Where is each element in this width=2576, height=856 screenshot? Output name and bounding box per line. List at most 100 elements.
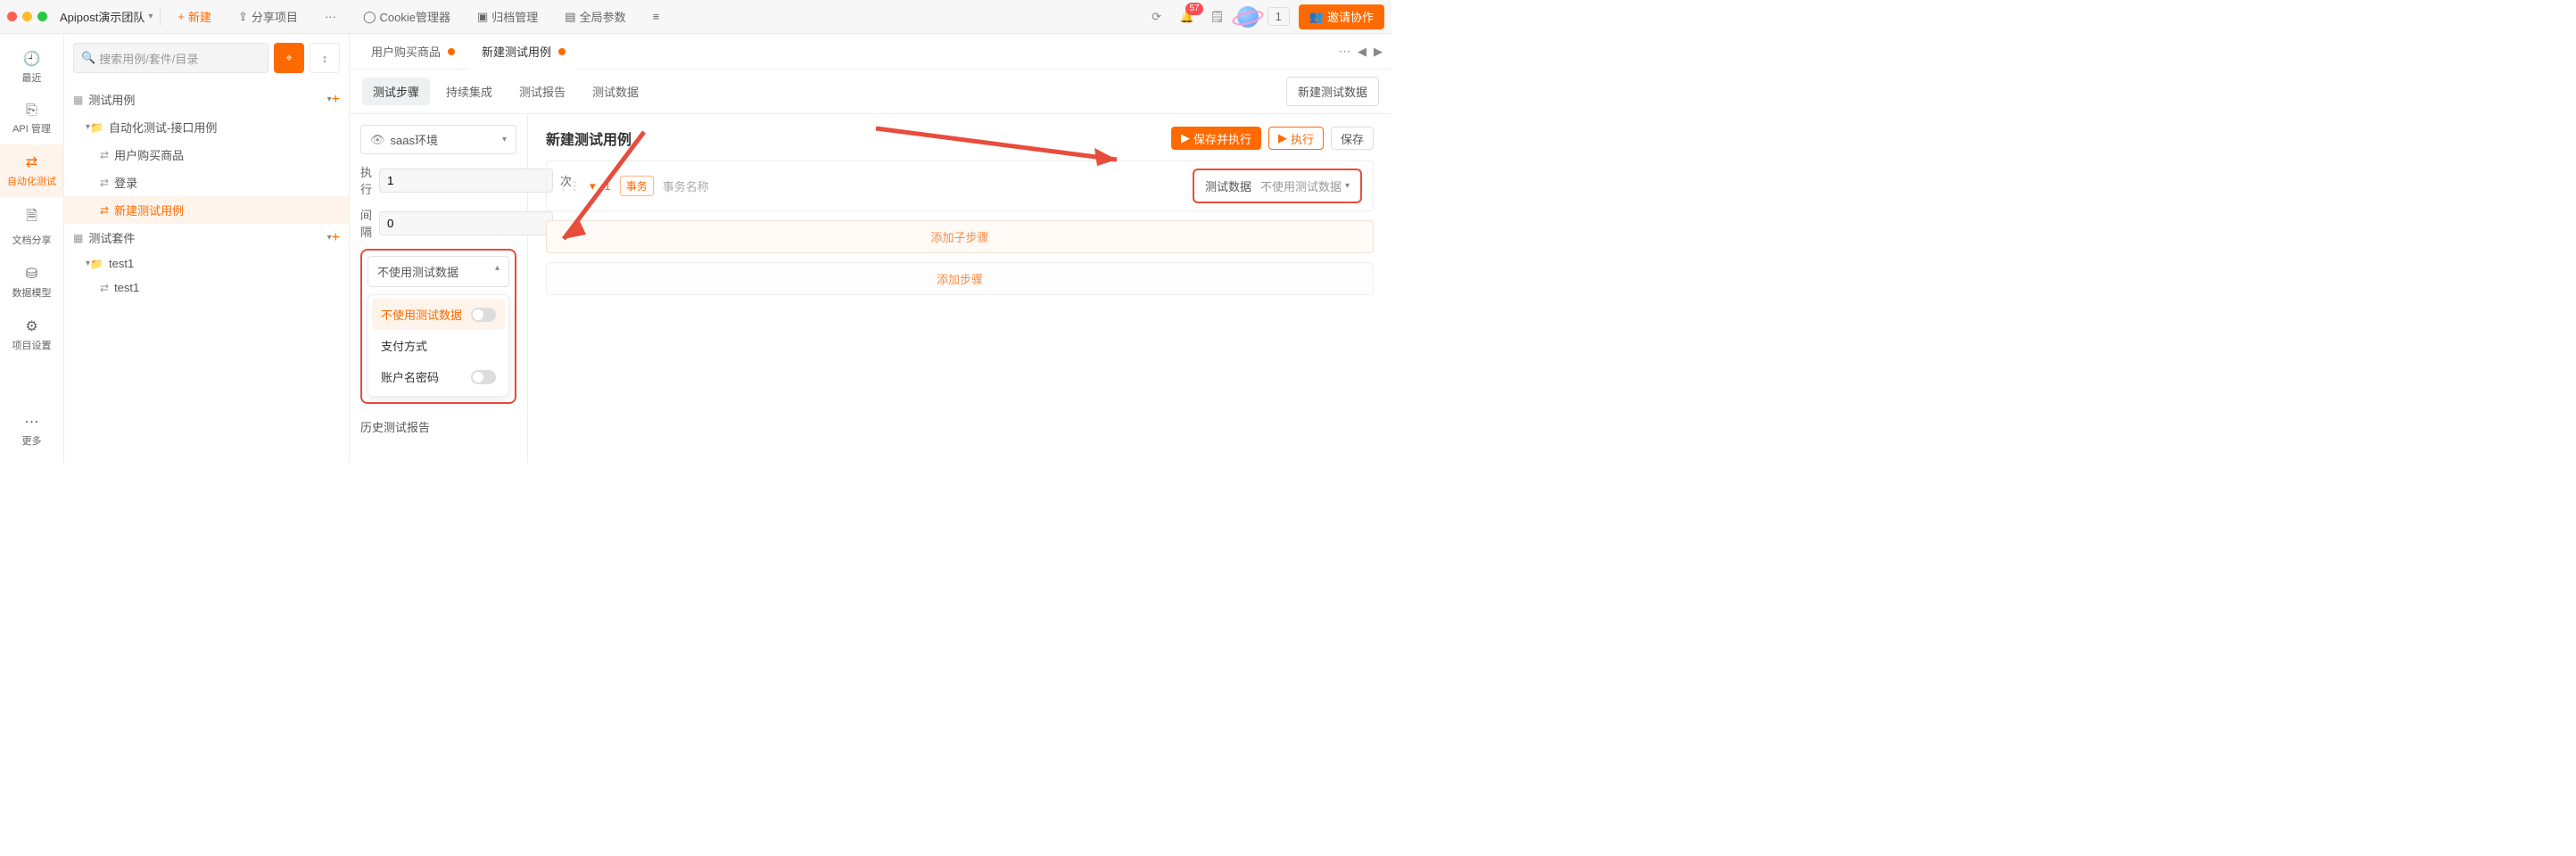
rail-project[interactable]: ⚙项目设置 (0, 309, 63, 361)
search-icon: 🔍 (81, 51, 95, 65)
item-test1[interactable]: ⇄ test1 (64, 276, 349, 300)
drag-handle-icon[interactable]: ⋮⋮ (557, 179, 581, 193)
share-button[interactable]: ⇪ 分享项目 (228, 5, 308, 29)
step-name-input[interactable]: 事务名称 (663, 177, 1184, 194)
sidebar: 🔍 搜索用例/套件/目录 ⌖ ↕ ▦ 测试用例 ▾ + ▾ 📁 自动化测试-接口… (64, 34, 350, 464)
env-select[interactable]: 👁 saas环境 ▾ (360, 125, 516, 154)
notify-badge: 57 (1185, 3, 1202, 15)
step-type-tag: 事务 (620, 176, 654, 196)
item-buy-label: 用户购买商品 (114, 146, 184, 163)
step-td-select[interactable]: 不使用测试数据 ▾ (1260, 177, 1350, 194)
tab-new-case-label: 新建测试用例 (482, 43, 551, 60)
item-login[interactable]: ⇄ 登录 (64, 169, 349, 196)
suite-icon: ▦ (73, 232, 83, 244)
history-label: 历史测试报告 (360, 418, 516, 435)
item-new-case[interactable]: ⇄ 新建测试用例 (64, 196, 349, 224)
dd-opt-account[interactable]: 账户名密码 (372, 361, 505, 392)
locate-button[interactable]: ⌖ (274, 43, 304, 73)
folder-icon: 📁 (90, 121, 103, 134)
subtab-report[interactable]: 测试报告 (508, 78, 576, 105)
interval-input[interactable] (379, 211, 553, 235)
rail-model[interactable]: ⛁数据模型 (0, 256, 63, 309)
rail-more-label: 更多 (22, 436, 42, 447)
filter-button[interactable]: ↕ (310, 43, 340, 73)
save-run-button[interactable]: ▶ 保存并执行 (1171, 127, 1261, 150)
team-selector[interactable]: Apipost演示团队 ▾ (60, 8, 153, 25)
settings-icon[interactable]: ≡ (643, 5, 670, 29)
test-data-select[interactable]: 不使用测试数据 ▴ (367, 256, 509, 287)
doc-icon: 🗎 (0, 206, 63, 230)
add-case-button[interactable]: + (332, 92, 340, 108)
new-button-label: 新建 (188, 8, 211, 25)
group-suites[interactable]: ▦ 测试套件 ▾ + (64, 224, 349, 251)
dd-opt-pay-label: 支付方式 (381, 337, 427, 354)
rail-doc[interactable]: 🗎文档分享 (0, 197, 63, 256)
rail-api[interactable]: ⎘API 管理 (0, 94, 63, 144)
rail-api-label: API 管理 (12, 124, 51, 135)
folder-test1[interactable]: ▾ 📁 test1 (64, 251, 349, 276)
add-step-button[interactable]: 添加步骤 (546, 262, 1374, 295)
save-button[interactable]: 保存 (1331, 127, 1374, 150)
add-substep-button[interactable]: 添加子步骤 (546, 220, 1374, 253)
search-placeholder: 搜索用例/套件/目录 (99, 50, 198, 67)
test-data-selected: 不使用测试数据 (377, 263, 458, 280)
chevron-down-icon: ▾ (148, 12, 153, 21)
bell-icon[interactable]: 🔔57 (1177, 6, 1198, 28)
expand-icon[interactable]: ▾ (590, 179, 596, 193)
exec-label: 执行 (360, 163, 372, 197)
new-test-data-button[interactable]: 新建测试数据 (1286, 77, 1379, 106)
dd-opt-pay[interactable]: 支付方式 (372, 330, 505, 361)
run-label: 执行 (1291, 130, 1314, 147)
subtabs: 测试步骤 持续集成 测试报告 测试数据 新建测试数据 (350, 70, 1391, 114)
chevron-down-icon: ▾ (502, 135, 507, 144)
note-icon[interactable]: 🗒 (1207, 6, 1228, 28)
invite-label: 邀请协作 (1327, 8, 1374, 25)
group-suites-label: 测试套件 (88, 229, 326, 246)
sync-icon[interactable]: ⟳ (1146, 6, 1168, 28)
avatar[interactable] (1237, 6, 1259, 28)
test-data-options: 不使用测试数据 支付方式 账户名密码 (367, 294, 509, 397)
close-dot[interactable] (7, 12, 17, 21)
chevron-up-icon: ▴ (495, 263, 500, 280)
item-buy[interactable]: ⇄ 用户购买商品 (64, 141, 349, 169)
globals-button[interactable]: ▤ 全局参数 (555, 5, 635, 29)
invite-button[interactable]: 👥 邀请协作 (1299, 4, 1384, 29)
cookie-button[interactable]: ◯ Cookie管理器 (353, 5, 460, 29)
minimize-dot[interactable] (22, 12, 32, 21)
tab-menu-icon[interactable]: ⋯ (1339, 45, 1350, 59)
main: 用户购买商品 新建测试用例 ⋯ ◀ ▶ 测试步骤 持续集成 测试报告 测试数据 (350, 34, 1391, 464)
step-number: 1 (605, 179, 611, 193)
more-menu[interactable]: ··· (315, 5, 346, 29)
archive-button[interactable]: ▣ 归档管理 (467, 5, 548, 29)
archive-label: 归档管理 (491, 8, 538, 25)
run-button[interactable]: ▶ 执行 (1268, 127, 1324, 150)
exec-input[interactable] (379, 169, 553, 193)
rail-more[interactable]: ⋯更多 (0, 404, 63, 457)
new-button[interactable]: + 新建 (168, 5, 221, 29)
toggle[interactable] (471, 308, 496, 322)
item-test1-label: test1 (114, 281, 139, 294)
rail-model-label: 数据模型 (12, 288, 52, 299)
dd-opt-none[interactable]: 不使用测试数据 (372, 299, 505, 330)
rail-recent[interactable]: 🕘最近 (0, 41, 63, 94)
subtab-data[interactable]: 测试数据 (582, 78, 649, 105)
search-input[interactable]: 🔍 搜索用例/套件/目录 (73, 43, 268, 73)
folder-auto[interactable]: ▾ 📁 自动化测试-接口用例 (64, 113, 349, 141)
step-test-data-highlight: 测试数据 不使用测试数据 ▾ (1193, 169, 1362, 203)
group-cases[interactable]: ▦ 测试用例 ▾ + (64, 86, 349, 113)
tab-prev-icon[interactable]: ◀ (1358, 45, 1366, 59)
toggle[interactable] (471, 370, 496, 384)
maximize-dot[interactable] (37, 12, 47, 21)
tab-next-icon[interactable]: ▶ (1374, 45, 1383, 59)
subtab-ci[interactable]: 持续集成 (435, 78, 503, 105)
subtab-steps[interactable]: 测试步骤 (362, 78, 430, 105)
tab-buy[interactable]: 用户购买商品 (359, 34, 467, 69)
archive-icon: ▣ (477, 10, 488, 24)
tab-new-case[interactable]: 新建测试用例 (469, 34, 578, 69)
rail-auto-test[interactable]: ⇄自动化测试 (0, 144, 63, 197)
add-suite-button[interactable]: + (332, 230, 340, 246)
share-button-label: 分享项目 (252, 8, 298, 25)
topbar: Apipost演示团队 ▾ + 新建 ⇪ 分享项目 ··· ◯ Cookie管理… (0, 0, 1391, 34)
dirty-dot (558, 48, 566, 55)
config-panel: 👁 saas环境 ▾ 执行 次 间隔 ms (350, 114, 528, 464)
